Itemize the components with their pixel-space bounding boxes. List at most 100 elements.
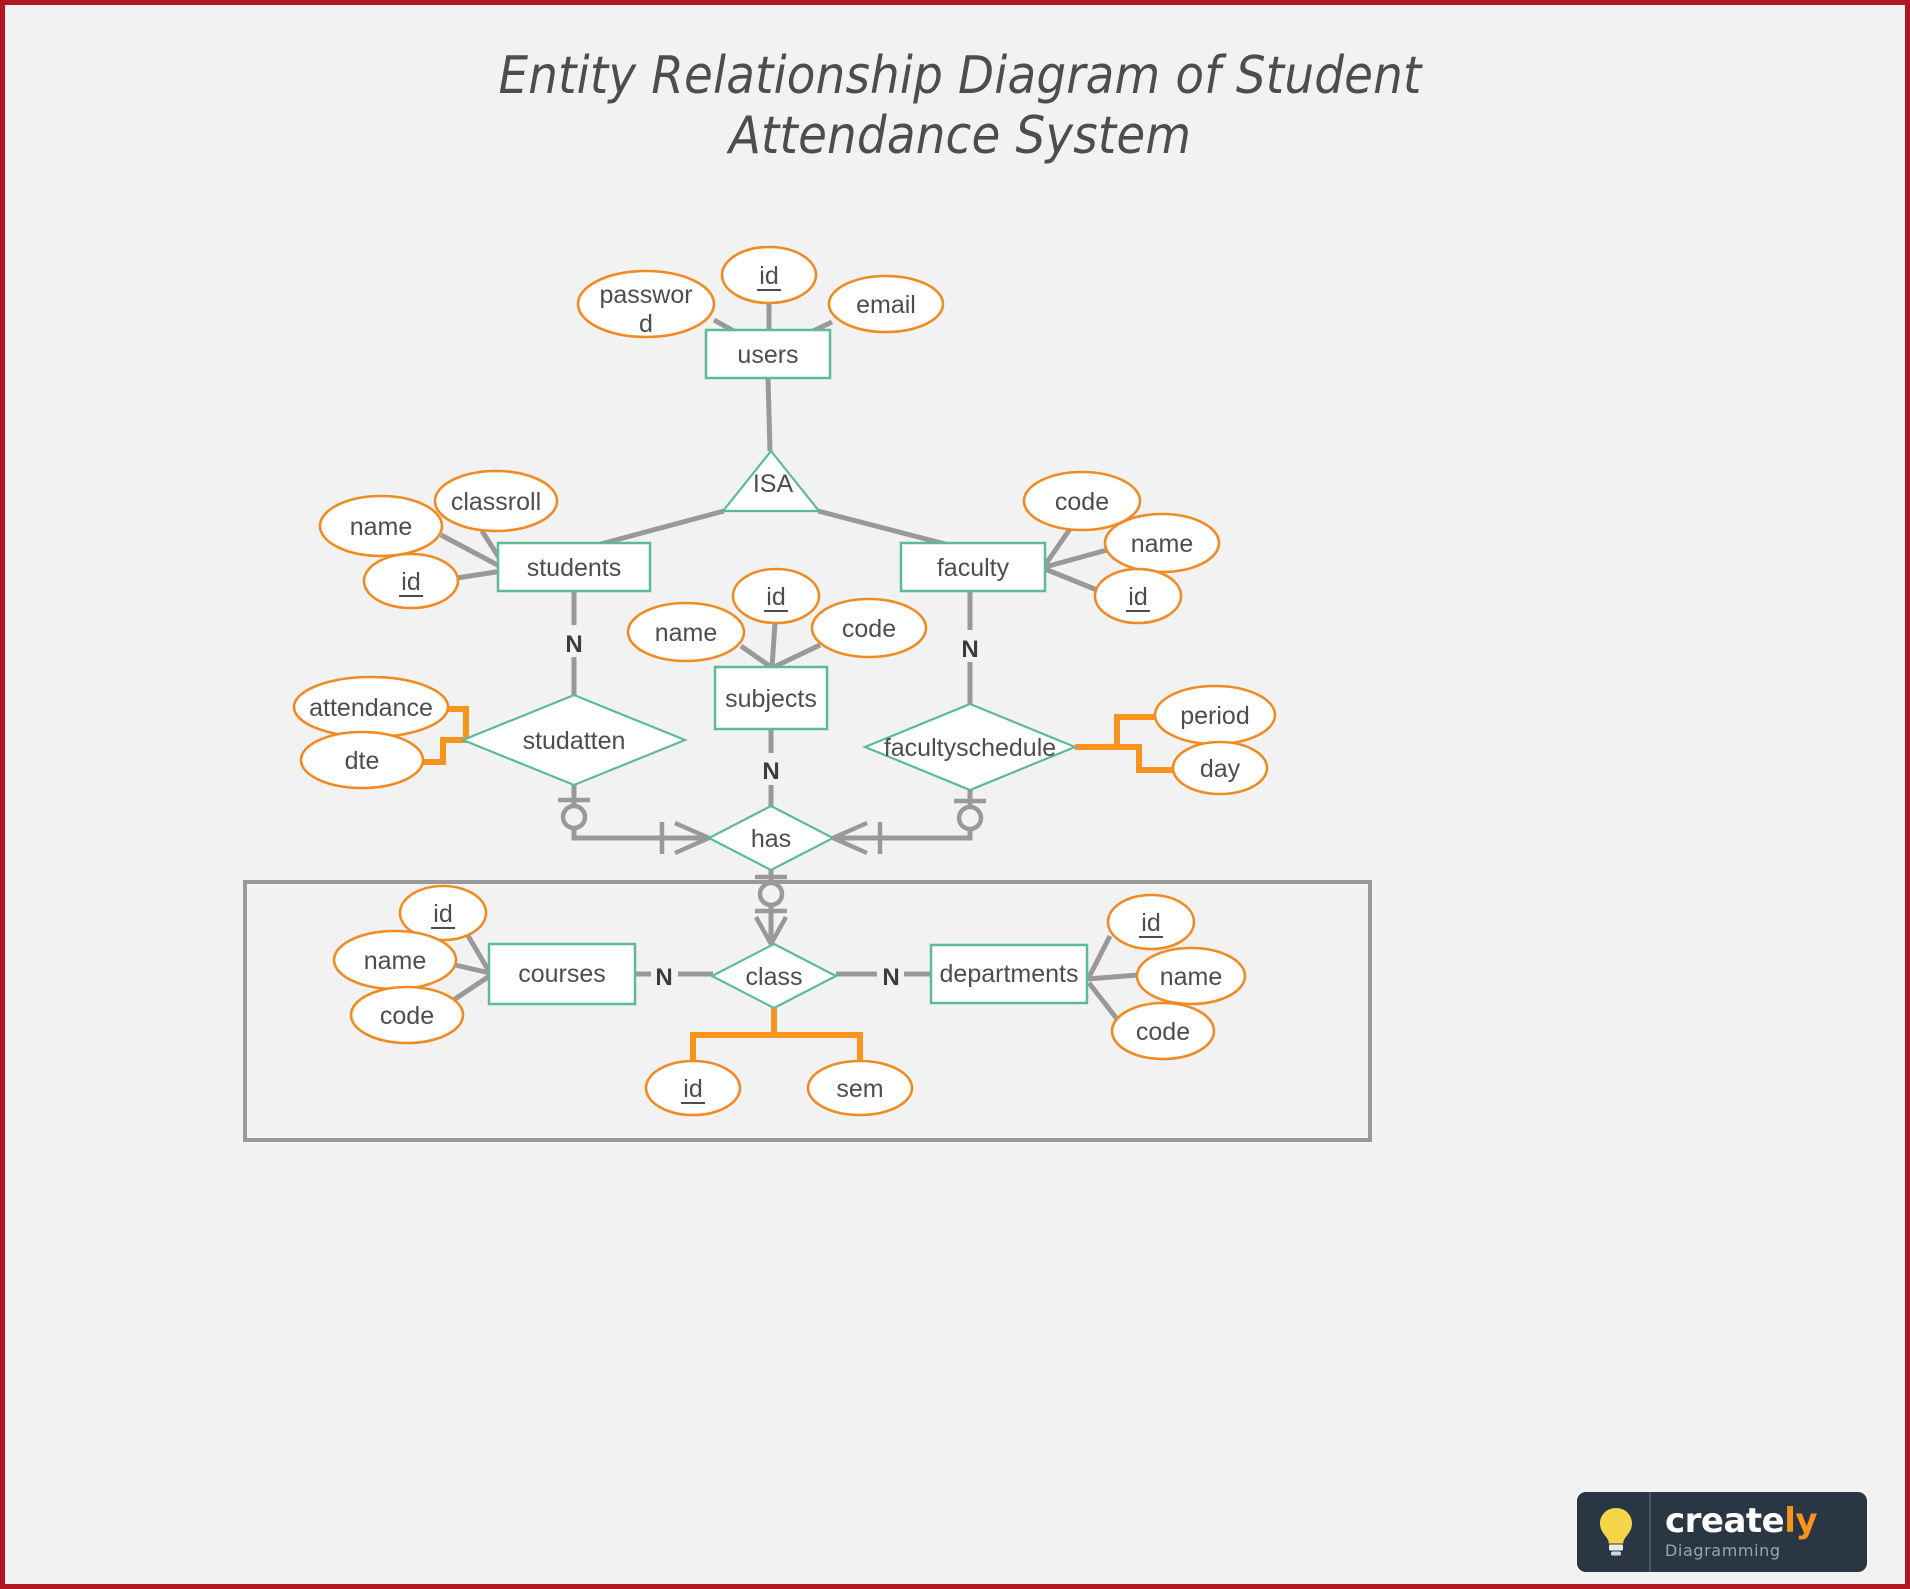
entity-departments[interactable]: departments: [929, 943, 1089, 1005]
attribute-courses-code[interactable]: code: [349, 985, 465, 1045]
attribute-departments-id-label: id: [1141, 909, 1160, 937]
cardinality-students-studatten: N: [565, 631, 582, 658]
entity-students-label: students: [527, 554, 622, 582]
link-departments-code: [1087, 981, 1119, 1021]
entity-students[interactable]: students: [496, 541, 652, 593]
attribute-subjects-code-label: code: [842, 615, 896, 643]
cardinality-class-departments: N: [882, 964, 899, 991]
attribute-students-classroll-label: classroll: [451, 488, 541, 516]
attribute-departments-id[interactable]: id: [1106, 893, 1196, 951]
entity-faculty-label: faculty: [937, 554, 1010, 582]
cardinality-courses-class: N: [655, 964, 672, 991]
attribute-subjects-name[interactable]: name: [626, 601, 746, 663]
attribute-subjects-name-label: name: [655, 619, 718, 647]
attribute-faculty-id-label: id: [1128, 583, 1147, 611]
attribute-students-id[interactable]: id: [362, 552, 460, 610]
attribute-students-name[interactable]: name: [318, 494, 444, 558]
attribute-facultyschedule-day-label: day: [1200, 755, 1241, 783]
attribute-departments-name[interactable]: name: [1135, 946, 1247, 1006]
attribute-courses-name[interactable]: name: [332, 929, 458, 991]
attribute-users-password-label-line1: passwor: [599, 281, 692, 309]
link-subjects-code: [772, 642, 822, 670]
attribute-facultyschedule-period-label: period: [1180, 702, 1250, 730]
attribute-users-password-label-line2: d: [639, 310, 653, 338]
link-students-id: [456, 568, 503, 581]
attribute-class-sem[interactable]: sem: [806, 1059, 914, 1117]
entity-users-label: users: [737, 341, 798, 369]
relationship-facultyschedule[interactable]: facultyschedule: [862, 702, 1078, 792]
link-isa-faculty: [817, 508, 950, 548]
attribute-subjects-id-label: id: [766, 583, 785, 611]
attribute-studatten-dte-label: dte: [345, 747, 380, 775]
attribute-users-email-label: email: [856, 291, 916, 319]
attribute-studatten-attendance[interactable]: attendance: [292, 675, 450, 739]
link-orange-class: [690, 1008, 863, 1061]
attribute-departments-code-label: code: [1136, 1018, 1190, 1046]
attribute-faculty-name[interactable]: name: [1103, 512, 1221, 574]
link-departments-name: [1086, 972, 1139, 982]
attribute-class-id-label: id: [683, 1075, 702, 1103]
attribute-students-classroll[interactable]: classroll: [433, 469, 559, 533]
entity-departments-label: departments: [940, 960, 1079, 988]
link-faculty-id: [1044, 566, 1098, 593]
attribute-courses-name-label: name: [364, 947, 427, 975]
diagram-page: Entity Relationship Diagram of Student A…: [0, 0, 1910, 1589]
connector-layer: [439, 303, 1139, 1021]
attribute-departments-name-label: name: [1160, 963, 1223, 991]
relationship-class-label: class: [746, 963, 803, 991]
entity-users[interactable]: users: [704, 328, 832, 380]
entity-subjects[interactable]: subjects: [713, 665, 829, 731]
link-subjects-name: [739, 643, 773, 670]
link-subjects-id: [769, 622, 778, 668]
link-isa-students: [596, 508, 725, 548]
attribute-faculty-code-label: code: [1055, 488, 1109, 516]
attribute-courses-code-label: code: [380, 1002, 434, 1030]
creately-wordmark: creately Diagramming: [1651, 1504, 1861, 1560]
crow-circle-studatten: [560, 803, 588, 831]
attribute-class-sem-label: sem: [836, 1075, 883, 1103]
relationship-has[interactable]: has: [706, 804, 836, 872]
attribute-subjects-code[interactable]: code: [810, 597, 928, 659]
entity-courses[interactable]: courses: [487, 942, 637, 1006]
attribute-faculty-id[interactable]: id: [1093, 567, 1183, 625]
attribute-facultyschedule-day[interactable]: day: [1171, 740, 1269, 796]
attribute-studatten-attendance-label: attendance: [309, 694, 433, 722]
attribute-departments-code[interactable]: code: [1110, 1001, 1216, 1061]
entity-subjects-label: subjects: [725, 685, 817, 713]
crow-circle-has-bottom: [757, 880, 785, 908]
creately-logo[interactable]: creately Diagramming: [1577, 1492, 1867, 1572]
creately-name-prefix: create: [1665, 1501, 1785, 1541]
attribute-subjects-id[interactable]: id: [731, 567, 821, 625]
link-courses-code: [450, 972, 493, 1004]
entity-faculty[interactable]: faculty: [899, 541, 1047, 593]
er-diagram-canvas: .ent-rect { fill:#ffffff; stroke:#5cbb95…: [243, 245, 1372, 1142]
relationship-isa-label: ISA: [753, 470, 794, 498]
relationship-isa[interactable]: ISA: [720, 449, 822, 513]
link-departments-id: [1086, 934, 1113, 979]
attribute-studatten-dte[interactable]: dte: [299, 730, 425, 790]
relationship-studatten-label: studatten: [523, 727, 626, 755]
creately-tagline: Diagramming: [1665, 1541, 1781, 1560]
relationship-class[interactable]: class: [709, 942, 839, 1010]
attribute-students-id-label: id: [401, 568, 420, 596]
lightbulb-icon: [1583, 1492, 1651, 1572]
attribute-users-password[interactable]: passwor d: [576, 269, 716, 339]
entity-courses-label: courses: [518, 960, 606, 988]
relationship-facultyschedule-label: facultyschedule: [884, 734, 1056, 762]
attribute-faculty-name-label: name: [1131, 530, 1194, 558]
attribute-courses-id-label: id: [433, 900, 452, 928]
crow-circle-facultyschedule: [956, 804, 984, 832]
link-users-isa: [765, 377, 773, 452]
cardinality-faculty-facultyschedule: N: [961, 636, 978, 663]
entity-layer: users students faculty subjects courses …: [487, 328, 1089, 1006]
attribute-students-name-label: name: [350, 513, 413, 541]
relationship-studatten[interactable]: studatten: [460, 693, 688, 787]
attribute-facultyschedule-period[interactable]: period: [1153, 684, 1277, 746]
attribute-users-id-label: id: [759, 262, 778, 290]
attribute-class-id[interactable]: id: [644, 1059, 742, 1117]
relationship-has-label: has: [751, 825, 791, 853]
cardinality-subjects-has: N: [762, 758, 779, 785]
creately-name: creately: [1665, 1504, 1861, 1538]
attribute-users-email[interactable]: email: [827, 274, 945, 334]
attribute-users-id[interactable]: id: [720, 245, 818, 305]
